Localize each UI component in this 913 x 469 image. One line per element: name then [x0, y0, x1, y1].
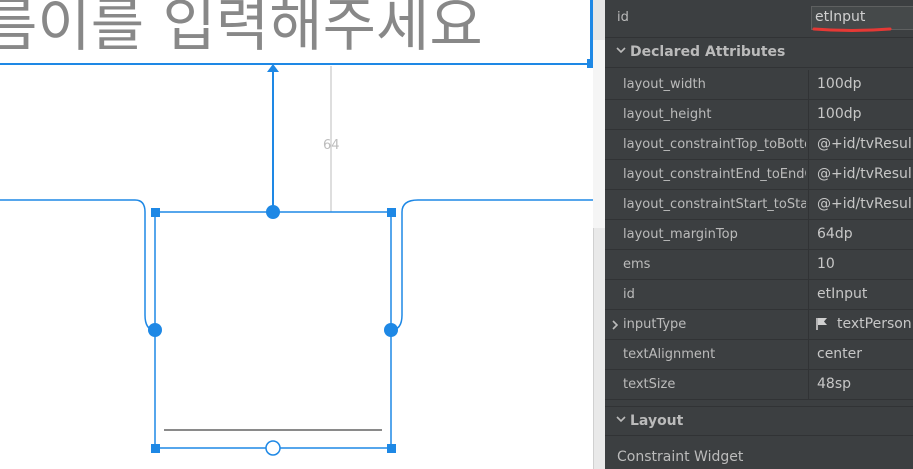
- attr-row[interactable]: layout_constraintEnd_toEndOf @+id/tvResu…: [605, 160, 913, 190]
- attr-row-input-type[interactable]: inputType textPersonN: [605, 310, 913, 340]
- chevron-right-icon[interactable]: [610, 319, 620, 335]
- attr-name: layout_constraintEnd_toEndOf: [623, 167, 806, 182]
- panel-divider[interactable]: [593, 0, 605, 469]
- attr-row[interactable]: ems 10: [605, 250, 913, 280]
- attr-row[interactable]: layout_height 100dp: [605, 100, 913, 130]
- resize-handle-bottom-left[interactable]: [151, 444, 160, 453]
- attr-name: textSize: [623, 377, 676, 392]
- attr-name: layout_marginTop: [623, 227, 738, 242]
- attr-value[interactable]: 100dp: [817, 76, 862, 92]
- top-anchor[interactable]: [266, 205, 280, 219]
- chevron-down-icon: [615, 44, 627, 59]
- red-underline-annotation: [812, 27, 892, 32]
- column-divider: [808, 310, 809, 340]
- attr-row[interactable]: layout_width 100dp: [605, 70, 913, 100]
- attr-value[interactable]: 48sp: [817, 376, 851, 392]
- column-divider: [808, 370, 809, 400]
- attr-name: id: [623, 287, 635, 302]
- attr-name: layout_width: [623, 77, 706, 92]
- attributes-panel: id etInput Declared Attributes layout_wi…: [605, 0, 913, 469]
- declared-attributes-header[interactable]: Declared Attributes: [605, 38, 913, 68]
- divider-top-handle: [593, 0, 605, 40]
- resize-handle-top-right[interactable]: [387, 208, 396, 217]
- canvas-svg: 름이를 입력해주세요 64: [0, 0, 593, 456]
- id-row: id etInput: [605, 0, 913, 38]
- attr-name: layout_height: [623, 107, 712, 122]
- end-anchor[interactable]: [384, 323, 398, 337]
- column-divider: [808, 190, 809, 220]
- attr-row[interactable]: layout_marginTop 64dp: [605, 220, 913, 250]
- attr-value[interactable]: center: [817, 346, 862, 362]
- attr-value[interactable]: 100dp: [817, 106, 862, 122]
- design-canvas[interactable]: 름이를 입력해주세요 64: [0, 0, 593, 469]
- resize-handle-bottom-right[interactable]: [387, 444, 396, 453]
- attr-row[interactable]: textSize 48sp: [605, 370, 913, 400]
- margin-value-label: 64: [323, 138, 340, 153]
- divider-grip[interactable]: [593, 228, 605, 469]
- column-divider: [808, 280, 809, 310]
- id-field-value: etInput: [815, 9, 866, 25]
- column-divider: [808, 130, 809, 160]
- layout-section-title: Layout: [630, 413, 684, 429]
- chevron-down-icon: [615, 413, 627, 428]
- attr-value[interactable]: @+id/tvResul: [817, 166, 912, 182]
- bottom-anchor[interactable]: [265, 440, 281, 456]
- attr-row[interactable]: textAlignment center: [605, 340, 913, 370]
- attr-name: ems: [623, 257, 651, 272]
- attr-name: inputType: [623, 317, 687, 332]
- declared-attributes-title: Declared Attributes: [630, 44, 786, 60]
- hint-text: 름이를 입력해주세요: [0, 0, 483, 59]
- column-divider: [808, 70, 809, 100]
- column-divider: [808, 220, 809, 250]
- end-constraint-curve: [390, 199, 593, 331]
- top-constraint-arrowhead: [267, 64, 279, 72]
- start-constraint-curve: [0, 199, 156, 331]
- constraint-widget-label: Constraint Widget: [617, 449, 744, 465]
- id-row-label: id: [617, 10, 629, 25]
- attr-name: layout_constraintStart_toStart...: [623, 197, 806, 212]
- column-divider: [808, 340, 809, 370]
- attr-row[interactable]: id etInput: [605, 280, 913, 310]
- selected-edittext-box[interactable]: [154, 211, 392, 449]
- attr-name: textAlignment: [623, 347, 716, 362]
- attr-value[interactable]: etInput: [817, 286, 867, 302]
- id-field[interactable]: etInput: [811, 6, 913, 32]
- layout-section-header[interactable]: Layout: [605, 406, 913, 436]
- attr-row[interactable]: layout_constraintTop_toBotto... @+id/tvR…: [605, 130, 913, 160]
- attr-name: layout_constraintTop_toBotto...: [623, 137, 806, 152]
- column-divider: [808, 100, 809, 130]
- resize-handle-top-left[interactable]: [151, 208, 160, 217]
- flag-icon: [816, 317, 828, 335]
- attr-row[interactable]: layout_constraintStart_toStart... @+id/t…: [605, 190, 913, 220]
- attr-value[interactable]: @+id/tvResul: [817, 196, 912, 212]
- column-divider: [808, 160, 809, 190]
- start-anchor[interactable]: [148, 323, 162, 337]
- attr-value[interactable]: 64dp: [817, 226, 853, 242]
- attr-value[interactable]: @+id/tvResul: [817, 136, 912, 152]
- attr-value[interactable]: 10: [817, 256, 835, 272]
- column-divider: [808, 250, 809, 280]
- attr-value[interactable]: textPersonN: [837, 316, 913, 332]
